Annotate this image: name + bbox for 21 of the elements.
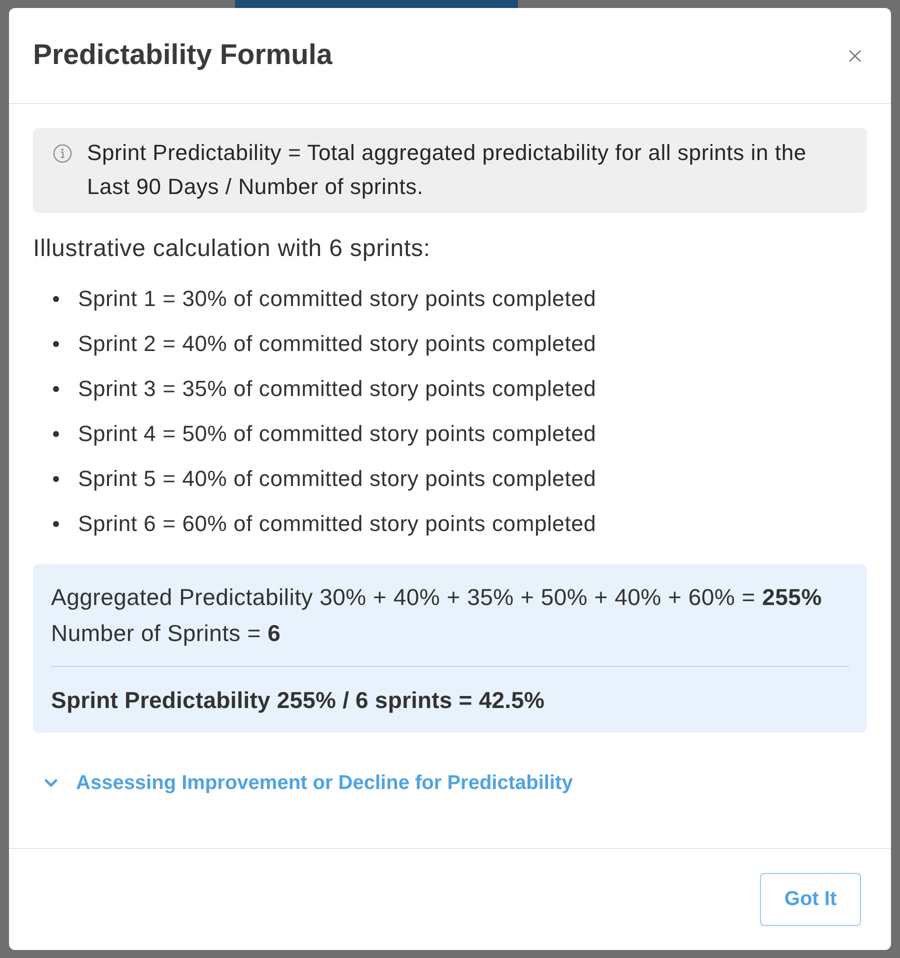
bullet-icon (53, 520, 59, 526)
got-it-button[interactable]: Got It (760, 873, 861, 926)
bullet-icon (53, 296, 59, 302)
bullet-icon (53, 430, 59, 436)
accordion-toggle[interactable]: Assessing Improvement or Decline for Predictability (33, 768, 573, 798)
sprint-item-text: Sprint 4 = 50% of committed story points completed (78, 420, 596, 448)
info-icon (53, 144, 72, 163)
bullet-icon (53, 340, 59, 346)
sprint-item-text: Sprint 5 = 40% of committed story points completed (78, 464, 596, 493)
result-line: Sprint Predictability 255% / 6 sprints = 42.5% (51, 686, 546, 715)
bullet-icon (53, 386, 59, 392)
sprint-item-text: Sprint 2 = 40% of committed story points completed (78, 330, 596, 358)
sprint-item-text: Sprint 3 = 35% of committed story points completed (78, 374, 596, 403)
bullet-icon (53, 476, 59, 482)
calculation-line: Aggregated Predictability 30% + 40% + 35% + 50% + 40% + 60% = 255% (51, 583, 823, 612)
dialog-title: Predictability Formula (33, 39, 332, 72)
intro-text: Illustrative calculation with 6 sprints: (33, 234, 432, 264)
calculation-line: Number of Sprints = 6 (51, 619, 282, 648)
formula-text: Sprint Predictability = Total aggregated predictability for all sprints in the Last 90 Days / Number of sprints. (87, 139, 808, 201)
sprint-item-text: Sprint 6 = 60% of committed story points completed (78, 510, 596, 538)
sprint-item-text: Sprint 1 = 30% of committed story points completed (78, 284, 596, 313)
